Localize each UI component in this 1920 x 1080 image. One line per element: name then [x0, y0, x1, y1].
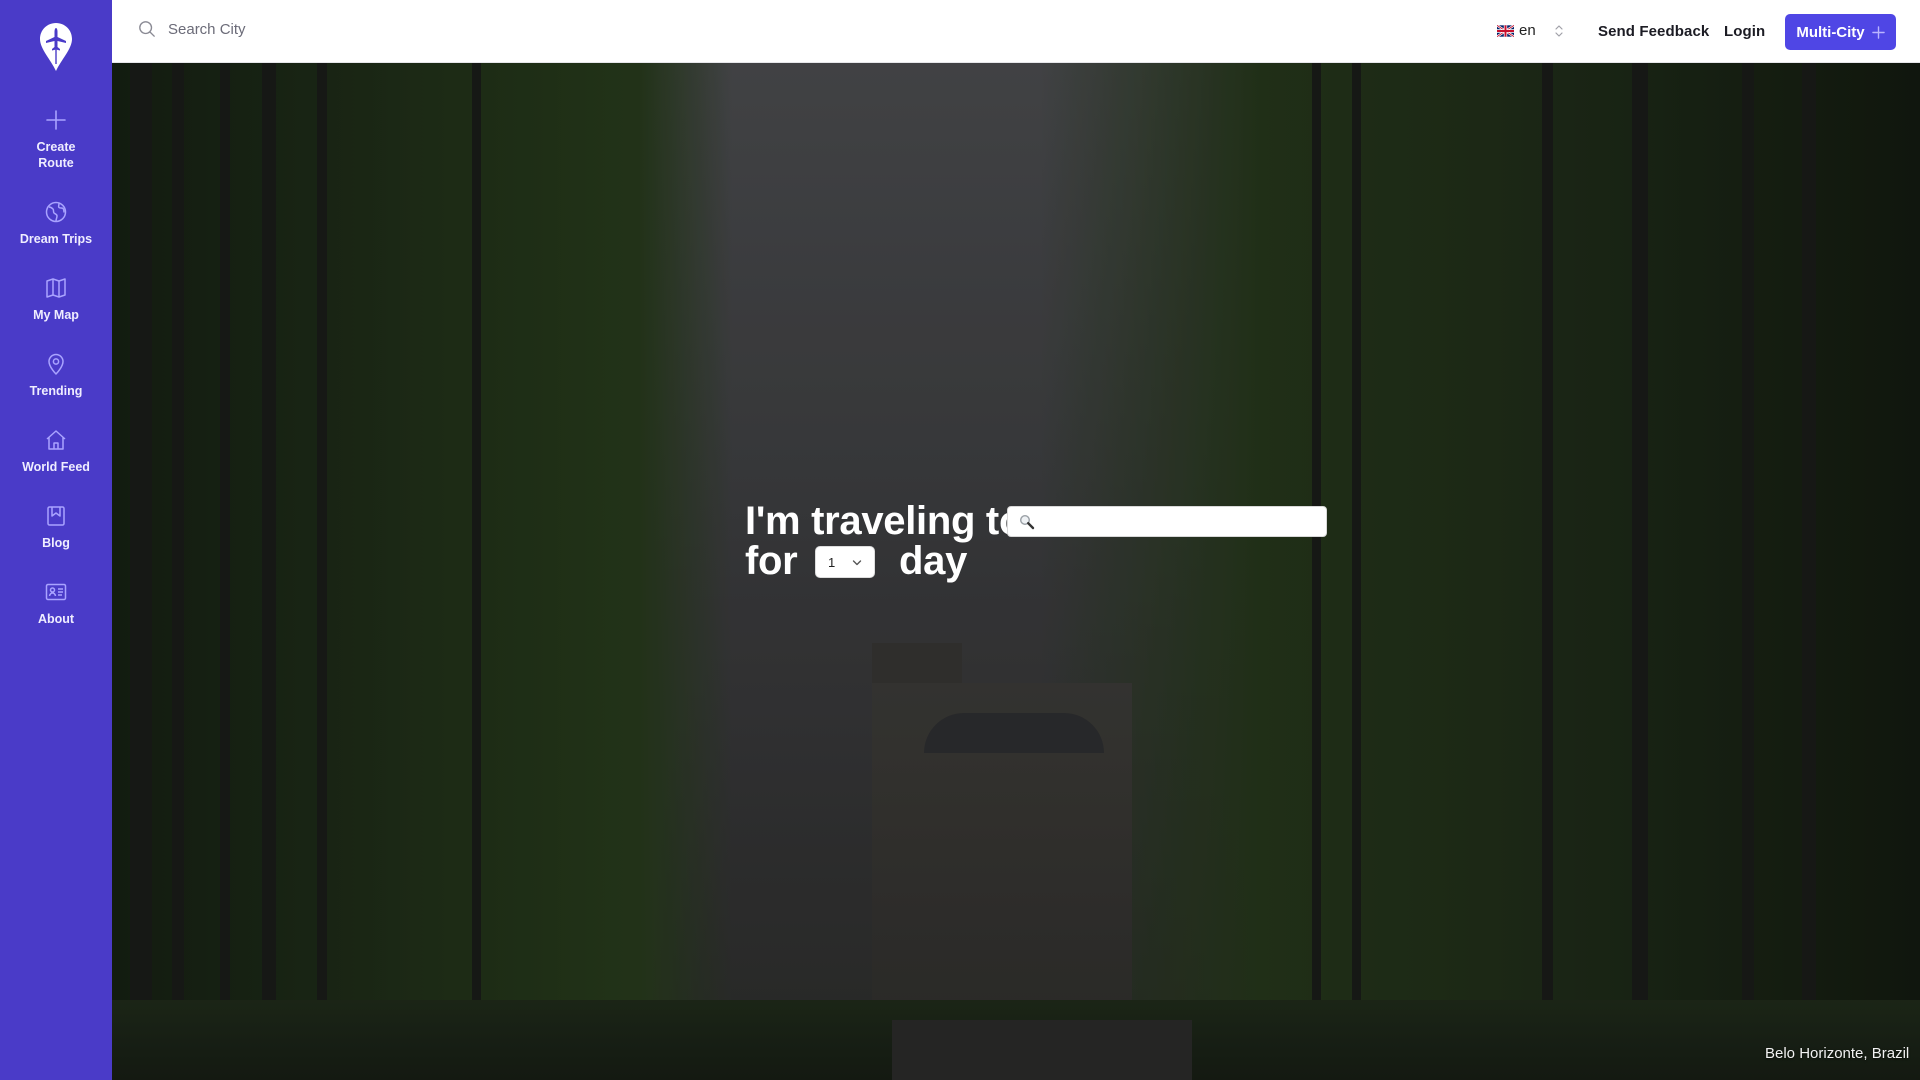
- sidebar-item-label: About: [37, 612, 75, 626]
- multi-city-button[interactable]: Multi-City: [1785, 14, 1896, 50]
- hero-for-label: for: [745, 539, 798, 583]
- hero-line-1: I'm traveling to: [745, 499, 1024, 543]
- days-select-value: 1: [828, 554, 836, 570]
- sidebar-item-label: My Map: [33, 308, 79, 322]
- sidebar-item-world-feed[interactable]: World Feed: [0, 428, 112, 475]
- search-icon: [139, 21, 155, 37]
- multi-city-label: Multi-City: [1796, 23, 1865, 41]
- sidebar-item-my-map[interactable]: My Map: [0, 276, 112, 323]
- sidebar-item-trending[interactable]: Trending: [0, 352, 112, 399]
- top-header: en Send Feedback Login Multi-City: [112, 0, 1920, 63]
- plane-pin-logo-icon: [40, 23, 72, 71]
- search-city-input[interactable]: [168, 20, 668, 38]
- sidebar-item-dream-trips[interactable]: Dream Trips: [0, 200, 112, 247]
- sidebar-item-blog[interactable]: Blog: [0, 504, 112, 551]
- plus-icon: [1871, 25, 1885, 39]
- home-icon: [46, 430, 66, 450]
- label-line: Create: [36, 140, 76, 154]
- magnifier-icon: [1019, 514, 1035, 530]
- id-card-icon: [45, 583, 67, 601]
- uk-flag-icon: [1497, 24, 1514, 37]
- globe-icon: [45, 201, 67, 223]
- photo-caption: Belo Horizonte, Brazil: [1765, 1045, 1910, 1062]
- sidebar-item-label: Trending: [29, 384, 83, 398]
- days-select[interactable]: 1: [815, 546, 875, 578]
- sidebar-item-label: Create Route: [37, 139, 76, 171]
- destination-field[interactable]: [1007, 506, 1327, 537]
- sidebar-item-label: Blog: [42, 536, 70, 550]
- language-code: en: [1519, 22, 1536, 39]
- chevron-down-icon: [852, 560, 862, 566]
- logo[interactable]: [39, 22, 73, 72]
- send-feedback-link[interactable]: Send Feedback: [1598, 23, 1709, 40]
- map-icon: [46, 278, 66, 298]
- sidebar-item-label: Dream Trips: [19, 232, 93, 246]
- plus-icon: [46, 110, 66, 130]
- city-search: [138, 20, 668, 38]
- chevron-up-down-icon: [1555, 24, 1563, 37]
- language-selector[interactable]: en: [1497, 22, 1564, 39]
- sidebar: Create Route Dream Trips My Map Trending…: [0, 0, 112, 1080]
- label-line: Route: [38, 156, 74, 170]
- sidebar-item-about[interactable]: About: [0, 580, 112, 627]
- hero-background: [112, 63, 1920, 1080]
- bookmark-book-icon: [47, 506, 65, 526]
- sidebar-item-create-route[interactable]: Create Route: [0, 108, 112, 171]
- destination-input[interactable]: [1042, 507, 1322, 536]
- dark-overlay: [112, 63, 1920, 1080]
- map-pin-icon: [48, 353, 64, 375]
- sidebar-item-label: World Feed: [22, 460, 90, 474]
- hero-day-label: day: [899, 539, 968, 583]
- login-link[interactable]: Login: [1724, 23, 1765, 40]
